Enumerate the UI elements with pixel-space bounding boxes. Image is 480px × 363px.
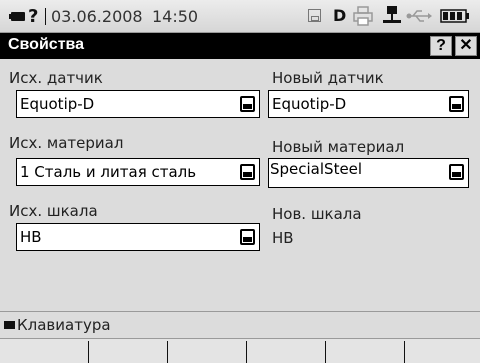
source-sensor-label: Исх. датчик xyxy=(9,69,103,87)
status-bar: ? 03.06.2008 14:50 D xyxy=(0,0,480,33)
softkey-5[interactable] xyxy=(326,339,405,363)
usb-icon xyxy=(406,10,432,22)
source-material-label: Исх. материал xyxy=(9,134,124,152)
new-sensor-dropdown[interactable]: Equotip-D xyxy=(268,90,469,118)
battery-small-icon xyxy=(9,12,25,21)
new-sensor-value: Equotip-D xyxy=(272,95,347,113)
keyboard-toggle[interactable]: Клавиатура xyxy=(0,312,480,339)
new-material-label: Новый материал xyxy=(272,138,405,156)
drive-d-icon: D xyxy=(333,6,347,25)
new-material-dropdown[interactable]: SpecialSteel xyxy=(268,158,469,188)
new-sensor-label: Новый датчик xyxy=(272,69,384,87)
close-button[interactable]: ✕ xyxy=(455,36,477,56)
storage-icon xyxy=(308,9,321,22)
dropdown-icon[interactable] xyxy=(449,96,464,112)
properties-panel: Исх. датчик Equotip-D Новый датчик Equot… xyxy=(0,59,480,312)
dropdown-icon[interactable] xyxy=(240,96,255,112)
softkey-1[interactable] xyxy=(0,339,79,363)
keyboard-label: Клавиатура xyxy=(17,316,111,334)
softkey-2[interactable] xyxy=(89,339,168,363)
source-scale-dropdown[interactable]: HB xyxy=(16,223,260,251)
printer-icon xyxy=(353,6,373,26)
softkey-bar xyxy=(0,339,480,363)
new-scale-value: HB xyxy=(272,229,294,247)
battery-icon xyxy=(440,9,469,23)
status-separator xyxy=(45,8,46,25)
source-scale-value: HB xyxy=(20,228,42,246)
source-sensor-dropdown[interactable]: Equotip-D xyxy=(16,90,260,118)
source-material-value: 1 Сталь и литая сталь xyxy=(20,163,197,181)
status-date: 03.06.2008 xyxy=(51,7,143,26)
help-status-indicator[interactable]: ? xyxy=(28,6,38,27)
network-icon xyxy=(383,6,401,23)
source-sensor-value: Equotip-D xyxy=(20,95,95,113)
window-title-bar: Свойства ? ✕ xyxy=(0,33,480,59)
dropdown-icon[interactable] xyxy=(449,164,464,180)
dropdown-icon[interactable] xyxy=(240,164,255,180)
softkey-6[interactable] xyxy=(405,339,480,363)
help-button[interactable]: ? xyxy=(430,36,452,56)
window-title: Свойства xyxy=(8,36,85,53)
source-scale-label: Исх. шкала xyxy=(9,202,98,220)
new-material-value: SpecialSteel xyxy=(270,160,363,178)
softkey-4[interactable] xyxy=(247,339,326,363)
keyboard-icon xyxy=(4,321,15,329)
source-material-dropdown[interactable]: 1 Сталь и литая сталь xyxy=(16,158,260,186)
new-scale-label: Нов. шкала xyxy=(272,205,362,223)
dropdown-icon[interactable] xyxy=(240,229,255,245)
softkey-3[interactable] xyxy=(168,339,247,363)
status-time: 14:50 xyxy=(152,7,199,26)
